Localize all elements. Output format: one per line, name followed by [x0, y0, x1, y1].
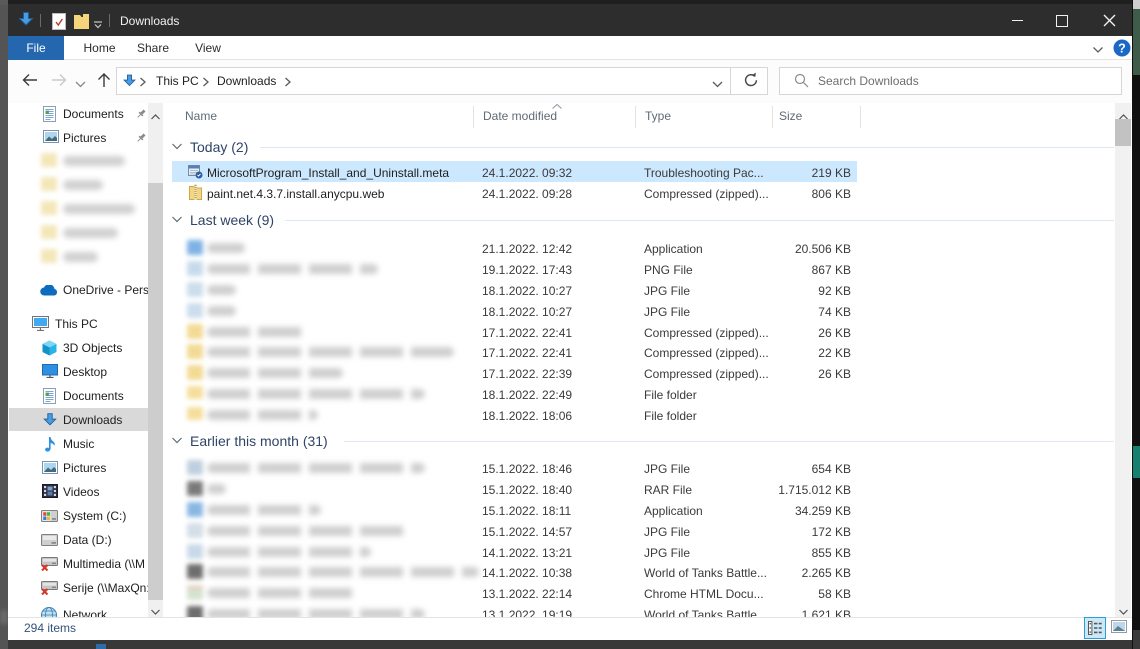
svg-text:?: ?	[1118, 42, 1126, 56]
